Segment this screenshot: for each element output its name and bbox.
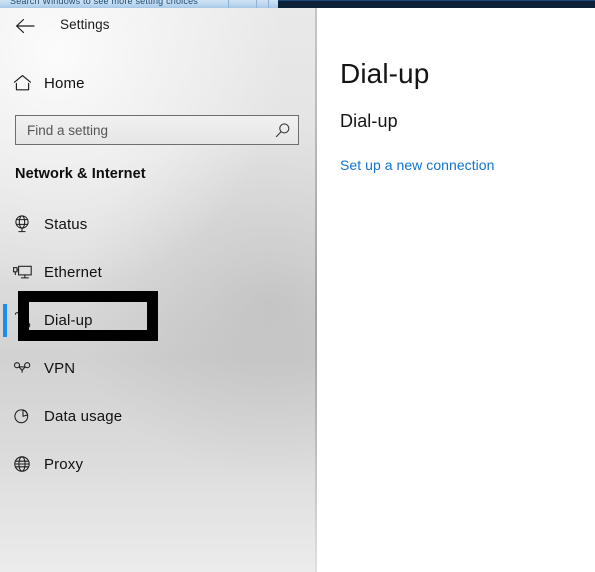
background-dark-band bbox=[278, 0, 595, 8]
sidebar-item-dial-up[interactable]: Dial-up bbox=[0, 296, 300, 344]
navigation-pane: Settings Home Network & Internet bbox=[0, 8, 317, 572]
sidebar-item-status-label: Status bbox=[44, 215, 88, 233]
chrome-separator-1 bbox=[228, 0, 229, 8]
navigation-pane-edge bbox=[315, 8, 317, 572]
chrome-separator-3 bbox=[268, 0, 269, 8]
window-chrome-strip: Search Windows to see more setting choic… bbox=[0, 0, 595, 8]
sidebar-item-home-label: Home bbox=[44, 74, 85, 92]
sidebar-item-data-usage-label: Data usage bbox=[44, 407, 123, 425]
sidebar-item-proxy-label: Proxy bbox=[44, 455, 84, 473]
globe-icon bbox=[0, 454, 44, 474]
search-input[interactable] bbox=[16, 116, 266, 144]
sidebar-item-ethernet[interactable]: Ethernet bbox=[0, 248, 300, 296]
search-box[interactable] bbox=[15, 115, 299, 145]
app-title: Settings bbox=[60, 17, 110, 32]
sidebar-nav-list: Status Ethernet Dial-up VPN Data usage P… bbox=[0, 200, 300, 488]
ethernet-icon bbox=[0, 262, 44, 282]
section-title: Dial-up bbox=[340, 111, 398, 131]
settings-window: Search Windows to see more setting choic… bbox=[0, 0, 595, 572]
search-icon[interactable] bbox=[266, 122, 298, 139]
pie-chart-icon bbox=[0, 406, 44, 426]
sidebar-item-status[interactable]: Status bbox=[0, 200, 300, 248]
back-arrow-icon[interactable] bbox=[12, 14, 38, 38]
sidebar-item-data-usage[interactable]: Data usage bbox=[0, 392, 300, 440]
sidebar-item-dial-up-label: Dial-up bbox=[44, 311, 93, 329]
category-title: Network & Internet bbox=[15, 166, 146, 182]
sidebar-item-home[interactable]: Home bbox=[0, 65, 300, 101]
sidebar-item-vpn[interactable]: VPN bbox=[0, 344, 300, 392]
page-title: Dial-up bbox=[340, 58, 430, 89]
home-icon bbox=[0, 74, 44, 92]
content-pane: Dial-up Dial-up Set up a new connection bbox=[319, 8, 595, 572]
vpn-icon bbox=[0, 358, 44, 378]
navigation-header: Settings bbox=[0, 11, 317, 41]
globe-stand-icon bbox=[0, 214, 44, 234]
sidebar-item-proxy[interactable]: Proxy bbox=[0, 440, 300, 488]
background-window-titlebar[interactable]: Search Windows to see more setting choic… bbox=[0, 0, 278, 8]
background-window-caption: Search Windows to see more setting choic… bbox=[10, 0, 198, 6]
background-dark-band-highlight bbox=[278, 0, 595, 1]
set-up-new-connection-link[interactable]: Set up a new connection bbox=[340, 157, 494, 173]
selection-indicator bbox=[3, 304, 7, 337]
sidebar-item-vpn-label: VPN bbox=[44, 359, 76, 377]
sidebar-item-ethernet-label: Ethernet bbox=[44, 263, 102, 281]
chrome-separator-2 bbox=[256, 0, 257, 8]
